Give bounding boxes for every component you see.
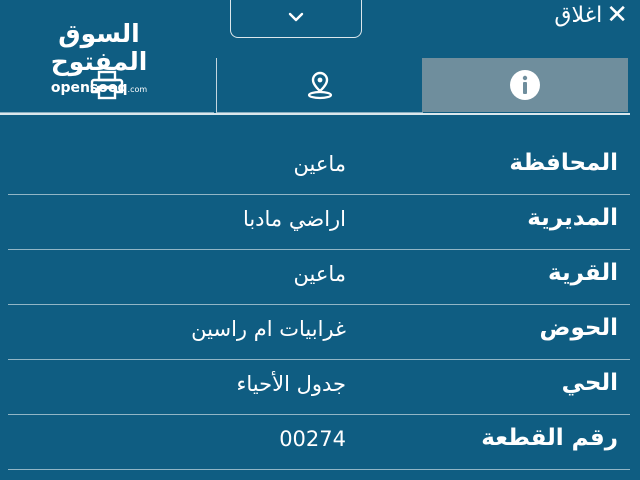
detail-value: جدول الأحياء [236, 372, 346, 396]
tab-info[interactable] [422, 58, 628, 112]
detail-row-directorate: المديرية اراضي مادبا [8, 195, 630, 250]
dropdown-toggle-button[interactable] [230, 0, 362, 38]
detail-label: المديرية [527, 205, 618, 231]
detail-label: القرية [548, 260, 618, 286]
detail-label: الحوض [539, 315, 618, 341]
details-table: المحافظة ماعين المديرية اراضي مادبا القر… [8, 140, 630, 470]
detail-row-governorate: المحافظة ماعين [8, 140, 630, 195]
detail-value: غرابيات ام راسين [191, 317, 346, 341]
detail-value: 00274 [279, 427, 346, 451]
close-button[interactable]: ✕ اغلاق [554, 0, 628, 30]
detail-label: رقم القطعة [481, 425, 618, 451]
top-bar: ✕ اغلاق السوق المفتوح opensooq.com [0, 0, 640, 96]
tab-divider [0, 113, 630, 115]
location-pin-icon [307, 71, 333, 100]
detail-row-plot-number: رقم القطعة 00274 [8, 415, 630, 470]
tab-location[interactable] [216, 58, 423, 113]
close-icon: ✕ [606, 0, 628, 30]
chevron-down-icon [288, 12, 304, 21]
detail-row-basin: الحوض غرابيات ام راسين [8, 305, 630, 360]
detail-label: الحي [561, 370, 618, 396]
printer-icon [90, 70, 124, 100]
detail-value: ماعين [293, 262, 347, 286]
detail-row-neighborhood: الحي جدول الأحياء [8, 360, 630, 415]
tab-bar [0, 58, 640, 115]
detail-row-village: القرية ماعين [8, 250, 630, 305]
tab-print[interactable] [0, 58, 214, 113]
detail-value: اراضي مادبا [242, 207, 346, 231]
detail-value: ماعين [293, 152, 347, 176]
detail-label: المحافظة [509, 150, 618, 176]
close-label: اغلاق [554, 2, 603, 28]
info-icon [510, 70, 540, 100]
